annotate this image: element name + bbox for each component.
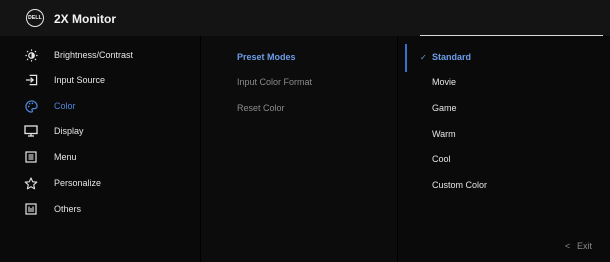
osd-window: DELL 2X Monitor Brightness/Contrast Inpu… <box>0 0 610 262</box>
exit-button[interactable]: Exit <box>577 241 592 251</box>
submenu-item-input-color-format[interactable]: Input Color Format <box>237 77 312 87</box>
main-menu-panel <box>0 36 200 262</box>
option-cool[interactable]: Cool <box>432 154 451 164</box>
menu-item-label: Others <box>54 204 82 214</box>
menu-item-label: Menu <box>54 152 77 162</box>
display-icon <box>24 124 38 138</box>
color-palette-icon <box>24 99 38 113</box>
others-icon <box>24 202 38 216</box>
back-chevron-icon: < <box>565 241 571 251</box>
submenu-item-preset-modes[interactable]: Preset Modes <box>237 52 296 62</box>
check-icon: ✓ <box>420 53 427 62</box>
submenu-panel <box>201 36 397 262</box>
star-icon <box>24 176 38 190</box>
menu-item-label: Display <box>54 126 84 136</box>
options-panel <box>398 36 610 262</box>
menu-item-label: Brightness/Contrast <box>54 50 134 60</box>
option-movie[interactable]: Movie <box>432 77 456 87</box>
menu-icon <box>24 150 38 164</box>
submenu-item-reset-color[interactable]: Reset Color <box>237 103 285 113</box>
option-warm[interactable]: Warm <box>432 129 456 139</box>
menu-item-label: Personalize <box>54 178 102 188</box>
monitor-title: 2X Monitor <box>54 12 116 26</box>
menu-item-label: Input Source <box>54 75 106 85</box>
menu-item-others[interactable]: Others <box>24 202 81 216</box>
option-custom-color[interactable]: Custom Color <box>432 180 487 190</box>
option-game[interactable]: Game <box>432 103 457 113</box>
dell-logo: DELL <box>26 9 44 27</box>
option-standard[interactable]: Standard <box>432 52 471 62</box>
menu-item-input-source[interactable]: Input Source <box>24 73 105 87</box>
header-bar: DELL 2X Monitor <box>0 0 610 36</box>
menu-item-color[interactable]: Color <box>24 99 76 113</box>
menu-item-menu[interactable]: Menu <box>24 150 77 164</box>
input-source-icon <box>24 73 38 87</box>
brightness-icon <box>24 48 38 62</box>
menu-item-brightness-contrast[interactable]: Brightness/Contrast <box>24 48 133 62</box>
menu-item-label: Color <box>54 101 76 111</box>
menu-item-personalize[interactable]: Personalize <box>24 176 101 190</box>
menu-item-display[interactable]: Display <box>24 124 84 138</box>
selection-indicator <box>405 44 407 72</box>
